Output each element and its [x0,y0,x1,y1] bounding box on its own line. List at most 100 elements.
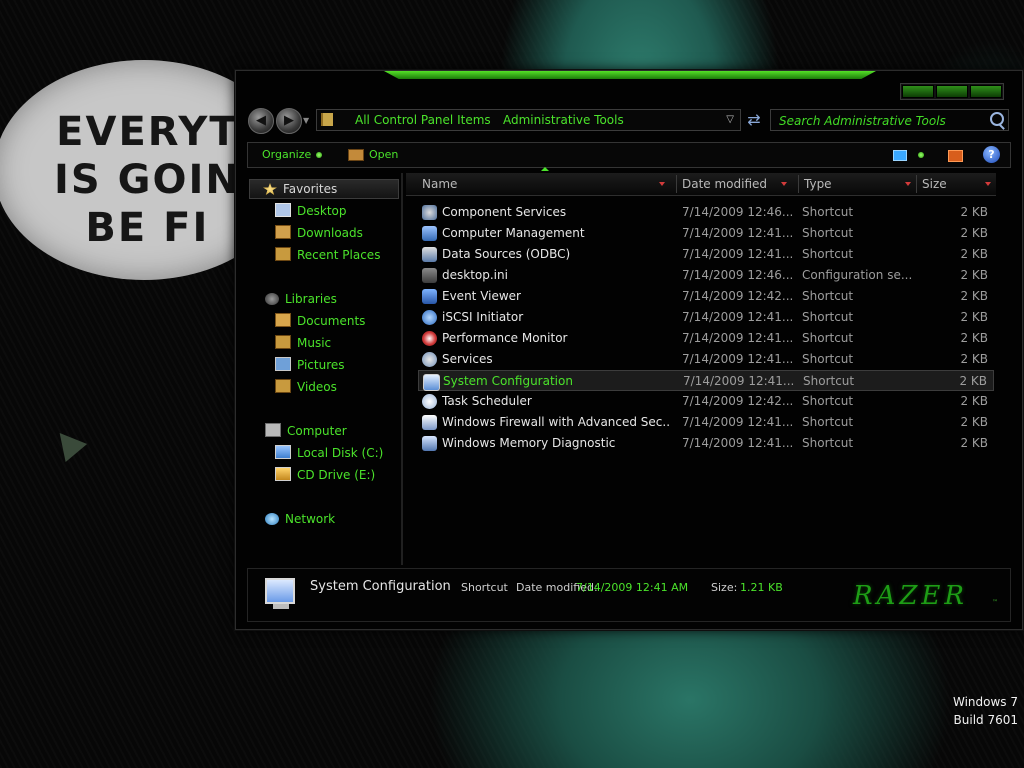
address-bar[interactable]: All Control Panel Items Administrative T… [316,109,741,131]
recent-pages-chevron-icon[interactable]: ▼ [303,116,309,125]
file-type: Shortcut [802,415,854,429]
nav-downloads-label: Downloads [297,226,363,240]
nav-downloads[interactable]: Downloads [275,223,363,243]
nav-recent-places[interactable]: Recent Places [275,245,380,265]
firewall-icon [422,415,437,430]
nav-favorites[interactable]: Favorites [263,179,337,199]
details-pane: System Configuration Shortcut Date modif… [247,568,1011,622]
file-row[interactable]: Services 7/14/2009 12:41... Shortcut 2 K… [418,349,994,370]
window-controls [900,83,1004,100]
nav-computer[interactable]: Computer [265,421,347,441]
maximize-button[interactable] [936,85,968,98]
file-row[interactable]: Task Scheduler 7/14/2009 12:42... Shortc… [418,391,994,412]
navigation-pane: Favorites Desktop Downloads Recent Place… [247,173,403,565]
file-date: 7/14/2009 12:41... [682,436,794,450]
services-gear-icon [422,352,437,367]
file-date: 7/14/2009 12:46... [682,205,794,219]
file-size: 2 KB [960,436,988,450]
file-row[interactable]: Windows Memory Diagnostic 7/14/2009 12:4… [418,433,994,454]
nav-desktop[interactable]: Desktop [275,201,347,221]
address-dropdown-icon[interactable]: ▽ [726,110,734,130]
trademark-mark: ™ [992,599,998,606]
help-icon[interactable]: ? [983,146,1000,163]
file-row[interactable]: Event Viewer 7/14/2009 12:42... Shortcut… [418,286,994,307]
nav-cd-drive[interactable]: CD Drive (E:) [275,465,375,485]
open-icon [348,149,364,161]
file-date: 7/14/2009 12:41... [683,374,795,388]
organize-chevron-icon [316,152,323,158]
nav-libraries[interactable]: Libraries [265,289,337,309]
file-type: Shortcut [802,352,854,366]
open-button[interactable]: Open [348,143,398,167]
refresh-icon[interactable]: ⇄ [743,109,765,131]
column-size[interactable]: Size [918,173,994,195]
speech-line: BE FI [85,205,210,251]
network-icon [265,513,279,525]
sort-indicator-icon [541,167,549,171]
file-date: 7/14/2009 12:46... [682,268,794,282]
column-separator[interactable] [916,175,917,193]
pictures-folder-icon [275,357,291,371]
file-row[interactable]: iSCSI Initiator 7/14/2009 12:41... Short… [418,307,994,328]
view-options-dot [918,152,924,158]
column-separator[interactable] [676,175,677,193]
file-name: iSCSI Initiator [442,310,524,324]
gear-icon [422,205,437,220]
explorer-window: ◀ ▶ ▼ All Control Panel Items Administra… [235,70,1023,630]
file-row[interactable]: Computer Management 7/14/2009 12:41... S… [418,223,994,244]
nav-local-disk[interactable]: Local Disk (C:) [275,443,383,463]
computer-management-icon [422,226,437,241]
nav-music[interactable]: Music [275,333,331,353]
column-separator[interactable] [798,175,799,193]
search-icon[interactable] [990,112,1004,126]
file-size: 2 KB [960,352,988,366]
desktop-icon [275,203,291,217]
nav-documents[interactable]: Documents [275,311,365,331]
file-name: Windows Firewall with Advanced Sec... [442,415,670,429]
file-type: Shortcut [802,247,854,261]
details-file-name: System Configuration [310,579,451,594]
documents-folder-icon [275,313,291,327]
nav-network[interactable]: Network [265,509,335,529]
file-name: Event Viewer [442,289,521,303]
file-row[interactable]: desktop.ini 7/14/2009 12:46... Configura… [418,265,994,286]
view-options-chevron-icon[interactable] [913,143,924,167]
file-type: Shortcut [802,205,854,219]
search-input[interactable] [777,111,981,130]
file-row-selected[interactable]: System Configuration 7/14/2009 12:41... … [418,370,994,391]
nav-pictures-label: Pictures [297,358,345,372]
performance-icon [422,331,437,346]
breadcrumb-admin-tools[interactable]: Administrative Tools [503,110,624,130]
file-row[interactable]: Data Sources (ODBC) 7/14/2009 12:41... S… [418,244,994,265]
search-box[interactable] [770,109,1009,131]
file-size: 2 KB [960,226,988,240]
details-file-type: Shortcut [461,581,508,594]
nav-pictures[interactable]: Pictures [275,355,345,375]
libraries-icon [265,293,279,305]
nav-computer-label: Computer [287,424,347,438]
nav-recent-places-label: Recent Places [297,248,381,262]
file-row[interactable]: Performance Monitor 7/14/2009 12:41... S… [418,328,994,349]
file-row[interactable]: Windows Firewall with Advanced Sec... 7/… [418,412,994,433]
column-type[interactable]: Type [800,173,914,195]
nav-videos[interactable]: Videos [275,377,337,397]
preview-pane-icon[interactable] [948,150,963,162]
column-date-modified[interactable]: Date modified [678,173,790,195]
file-type: Shortcut [803,374,855,388]
ini-file-icon [422,268,437,283]
nav-videos-label: Videos [297,380,337,394]
file-size: 2 KB [960,247,988,261]
organize-button[interactable]: Organize [262,143,323,167]
breadcrumb-control-panel[interactable]: All Control Panel Items [355,110,491,130]
column-name[interactable]: Name [412,173,668,195]
forward-button[interactable]: ▶ [276,108,302,134]
file-size: 2 KB [960,394,988,408]
change-view-icon[interactable] [893,150,907,161]
nav-local-disk-label: Local Disk (C:) [297,446,384,460]
nav-desktop-label: Desktop [297,204,347,218]
close-button[interactable] [970,85,1002,98]
back-button[interactable]: ◀ [248,108,274,134]
minimize-button[interactable] [902,85,934,98]
file-row[interactable]: Component Services 7/14/2009 12:46... Sh… [418,202,994,223]
file-size: 2 KB [960,205,988,219]
